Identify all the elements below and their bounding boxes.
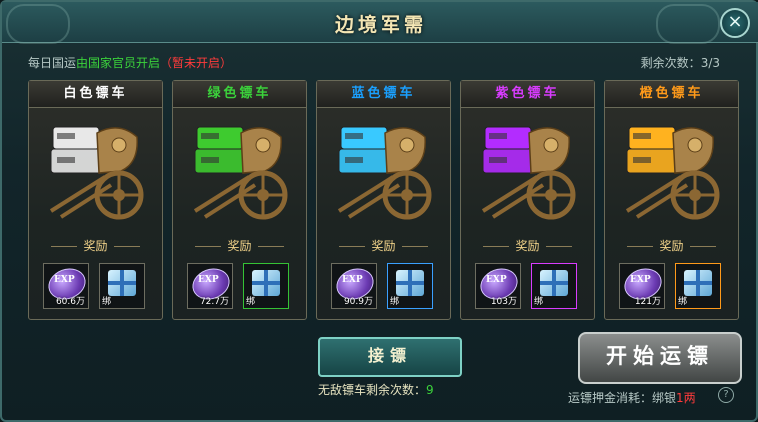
accept-escort-button[interactable]: 接镖 bbox=[318, 337, 462, 377]
dialog-title: 边境军需 bbox=[334, 14, 427, 36]
exp-amount: 72.7万 bbox=[199, 297, 229, 307]
reward-label: 奖励 bbox=[29, 237, 162, 254]
exp-amount: 90.9万 bbox=[343, 297, 373, 307]
reward-label: 奖励 bbox=[173, 237, 306, 254]
cart-card[interactable]: 蓝色镖车 奖励 EXP 90.9万 绑 bbox=[316, 80, 451, 320]
cart-icon bbox=[623, 113, 723, 223]
bound-label: 绑 bbox=[102, 297, 112, 307]
close-icon: × bbox=[727, 11, 743, 32]
exp-reward-slot[interactable]: EXP 60.6万 bbox=[43, 263, 90, 309]
cart-name: 绿色镖车 bbox=[173, 81, 306, 108]
remaining-count: 剩余次数：3/3 bbox=[641, 54, 720, 71]
event-info-opener: 由国家官员开启 bbox=[76, 56, 161, 70]
reward-label: 奖励 bbox=[605, 237, 738, 254]
title-bar: 边境军需 bbox=[2, 2, 758, 44]
bound-label: 绑 bbox=[390, 297, 400, 307]
remaining-value: 3/3 bbox=[700, 56, 720, 70]
exp-reward-slot[interactable]: EXP 72.7万 bbox=[187, 263, 234, 309]
cart-name: 紫色镖车 bbox=[461, 81, 594, 108]
cart-icon bbox=[191, 113, 291, 223]
bound-label: 绑 bbox=[246, 297, 256, 307]
exp-amount: 60.6万 bbox=[55, 297, 85, 307]
invincible-count: 无敌镖车剩余次数：9 bbox=[318, 381, 468, 398]
cart-list: 白色镖车 奖励 EXP 60.6万 绑 绿色镖车 奖励 EXP 72.7万 绑 … bbox=[28, 80, 739, 320]
bound-label: 绑 bbox=[678, 297, 688, 307]
gift-reward-slot[interactable]: 绑 bbox=[531, 263, 577, 309]
reward-label: 奖励 bbox=[461, 237, 594, 254]
gift-reward-slot[interactable]: 绑 bbox=[99, 263, 145, 309]
exp-amount: 121万 bbox=[634, 297, 661, 307]
cart-name: 橙色镖车 bbox=[605, 81, 738, 108]
invincible-value: 9 bbox=[426, 383, 434, 397]
deposit-cost-label: 运镖押金消耗：绑银 bbox=[568, 391, 677, 405]
invincible-label: 无敌镖车剩余次数： bbox=[318, 383, 427, 397]
exp-reward-slot[interactable]: EXP 90.9万 bbox=[331, 263, 378, 309]
gift-box-icon bbox=[108, 270, 136, 296]
gift-reward-slot[interactable]: 绑 bbox=[675, 263, 721, 309]
gift-reward-slot[interactable]: 绑 bbox=[387, 263, 433, 309]
bound-label: 绑 bbox=[534, 297, 544, 307]
remaining-label: 剩余次数： bbox=[640, 56, 701, 70]
event-info-status: （暂未开启） bbox=[160, 56, 233, 70]
event-info-prefix: 每日国运 bbox=[28, 56, 77, 70]
help-icon[interactable]: ? bbox=[718, 387, 734, 403]
gift-box-icon bbox=[396, 270, 424, 296]
exp-reward-slot[interactable]: EXP 121万 bbox=[619, 263, 666, 309]
exp-icon-text: EXP bbox=[630, 275, 651, 285]
cart-card[interactable]: 橙色镖车 奖励 EXP 121万 绑 bbox=[604, 80, 739, 320]
exp-amount: 103万 bbox=[490, 297, 517, 307]
deposit-cost-value: 1两 bbox=[676, 391, 696, 405]
cart-icon bbox=[335, 113, 435, 223]
gift-box-icon bbox=[540, 270, 568, 296]
dialog-frame: 边境军需 × 每日国运由国家官员开启（暂未开启） 剩余次数：3/3 白色镖车 奖… bbox=[0, 0, 758, 422]
exp-reward-slot[interactable]: EXP 103万 bbox=[475, 263, 522, 309]
cart-name: 白色镖车 bbox=[29, 81, 162, 108]
gift-box-icon bbox=[684, 270, 712, 296]
reward-label: 奖励 bbox=[317, 237, 450, 254]
deposit-cost: 运镖押金消耗：绑银1两 bbox=[568, 389, 696, 406]
cart-icon bbox=[47, 113, 147, 223]
start-escort-button[interactable]: 开始运镖 bbox=[578, 332, 742, 384]
close-button[interactable]: × bbox=[720, 8, 750, 38]
exp-icon-text: EXP bbox=[198, 275, 219, 285]
exp-icon-text: EXP bbox=[486, 275, 507, 285]
cart-card[interactable]: 紫色镖车 奖励 EXP 103万 绑 bbox=[460, 80, 595, 320]
gift-box-icon bbox=[252, 270, 280, 296]
event-info: 每日国运由国家官员开启（暂未开启） bbox=[28, 54, 232, 71]
gift-reward-slot[interactable]: 绑 bbox=[243, 263, 289, 309]
cart-card[interactable]: 绿色镖车 奖励 EXP 72.7万 绑 bbox=[172, 80, 307, 320]
cart-name: 蓝色镖车 bbox=[317, 81, 450, 108]
exp-icon-text: EXP bbox=[54, 275, 75, 285]
exp-icon-text: EXP bbox=[342, 275, 363, 285]
cart-card[interactable]: 白色镖车 奖励 EXP 60.6万 绑 bbox=[28, 80, 163, 320]
cart-icon bbox=[479, 113, 579, 223]
